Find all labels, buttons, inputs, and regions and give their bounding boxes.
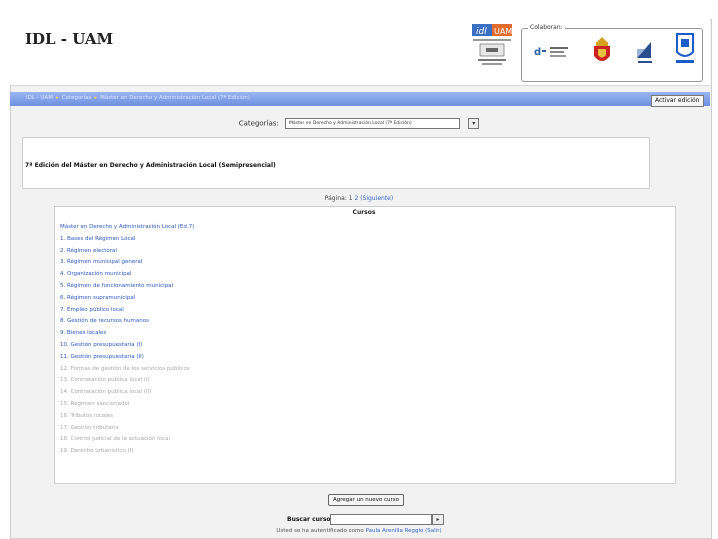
svg-text:d: d	[534, 47, 541, 58]
login-prefix: Usted se ha autentificado como	[276, 528, 364, 534]
breadcrumb-separator-icon: ▸	[94, 95, 98, 101]
breadcrumb-separator-icon: ▸	[55, 95, 59, 101]
course-link[interactable]: 17. Gestión tributaria	[60, 423, 194, 435]
logout-link[interactable]: (Salir)	[425, 528, 441, 534]
next-page-link[interactable]: (Siguiente)	[360, 195, 393, 202]
category-select[interactable]: Máster en Derecho y Administración Local…	[285, 118, 461, 129]
breadcrumb: IDL - UAM ▸ Categorías ▸ Máster en Derecho y…	[26, 95, 250, 101]
page-2-link[interactable]: 2	[354, 195, 358, 202]
course-link[interactable]: 5. Régimen de funcionamiento municipal	[60, 281, 194, 293]
chevron-down-icon[interactable]: ▾	[468, 118, 480, 129]
login-info: Usted se ha autentificado como Paula Are…	[0, 528, 718, 534]
site-title[interactable]: IDL - UAM	[25, 30, 113, 48]
partner-logo-1[interactable]: d	[534, 44, 570, 60]
course-link[interactable]: 15. Régimen sancionador	[60, 399, 194, 411]
idl-uam-logo[interactable]: idl UAM	[472, 24, 512, 68]
course-link[interactable]: 9. Bienes locales	[60, 328, 194, 340]
course-link[interactable]: Máster en Derecho y Administración Local…	[60, 222, 194, 234]
course-link[interactable]: 13. Contratación pública local (I)	[60, 375, 194, 387]
add-course-button[interactable]: Agregar un nuevo curso	[328, 494, 404, 506]
breadcrumb-home[interactable]: IDL - UAM	[26, 95, 53, 101]
course-link[interactable]: 10. Gestión presupuestaria (I)	[60, 340, 194, 352]
course-link[interactable]: 12. Formas de gestión de los servicios p…	[60, 364, 194, 376]
course-link[interactable]: 8. Gestión de recursos humanos	[60, 316, 194, 328]
search-courses-input[interactable]	[330, 514, 432, 525]
category-selector-row: Categorías: Máster en Derecho y Administ…	[0, 118, 718, 129]
madrid-logo[interactable]	[674, 32, 696, 66]
breadcrumb-current: Máster en Derecho y Administración Local…	[100, 95, 250, 101]
collaborators-label: Colaboran:	[528, 24, 565, 31]
course-link[interactable]: 3. Régimen municipal general	[60, 257, 194, 269]
course-link[interactable]: 7. Empleo público local	[60, 305, 194, 317]
pagination: Página: 1 2 (Siguiente)	[0, 195, 718, 202]
course-link[interactable]: 16. Tributos locales	[60, 411, 194, 423]
course-link[interactable]: 2. Régimen electoral	[60, 246, 194, 258]
search-go-icon[interactable]: ▸	[432, 514, 444, 525]
course-link[interactable]: 4. Organización municipal	[60, 269, 194, 281]
course-link[interactable]: 14. Contratación pública local (II)	[60, 387, 194, 399]
course-link[interactable]: 11. Gestión presupuestaria (II)	[60, 352, 194, 364]
partner-logo-3[interactable]	[635, 40, 655, 66]
logo-idl-text: idl	[476, 27, 487, 37]
category-description: 7ª Edición del Máster en Derecho y Admin…	[25, 162, 276, 169]
user-profile-link[interactable]: Paula Arenilla Reggio	[366, 528, 424, 534]
course-link[interactable]: 19. Derecho urbanístico (I)	[60, 446, 194, 458]
logo-uam-text: UAM	[494, 27, 512, 36]
turn-editing-on-button[interactable]: Activar edición	[651, 95, 704, 107]
category-label: Categorías:	[238, 119, 279, 128]
current-page: 1	[348, 195, 353, 202]
course-link[interactable]: 18. Control judicial de la actuación loc…	[60, 434, 194, 446]
breadcrumb-categories[interactable]: Categorías	[62, 95, 92, 101]
pagination-label: Página:	[324, 195, 347, 202]
course-link[interactable]: 6. Régimen supramunicipal	[60, 293, 194, 305]
courses-heading: Cursos	[352, 209, 376, 216]
coat-of-arms-logo[interactable]	[592, 36, 612, 66]
course-list: Máster en Derecho y Administración Local…	[60, 222, 194, 458]
course-link[interactable]: 1. Bases del Régimen Local	[60, 234, 194, 246]
